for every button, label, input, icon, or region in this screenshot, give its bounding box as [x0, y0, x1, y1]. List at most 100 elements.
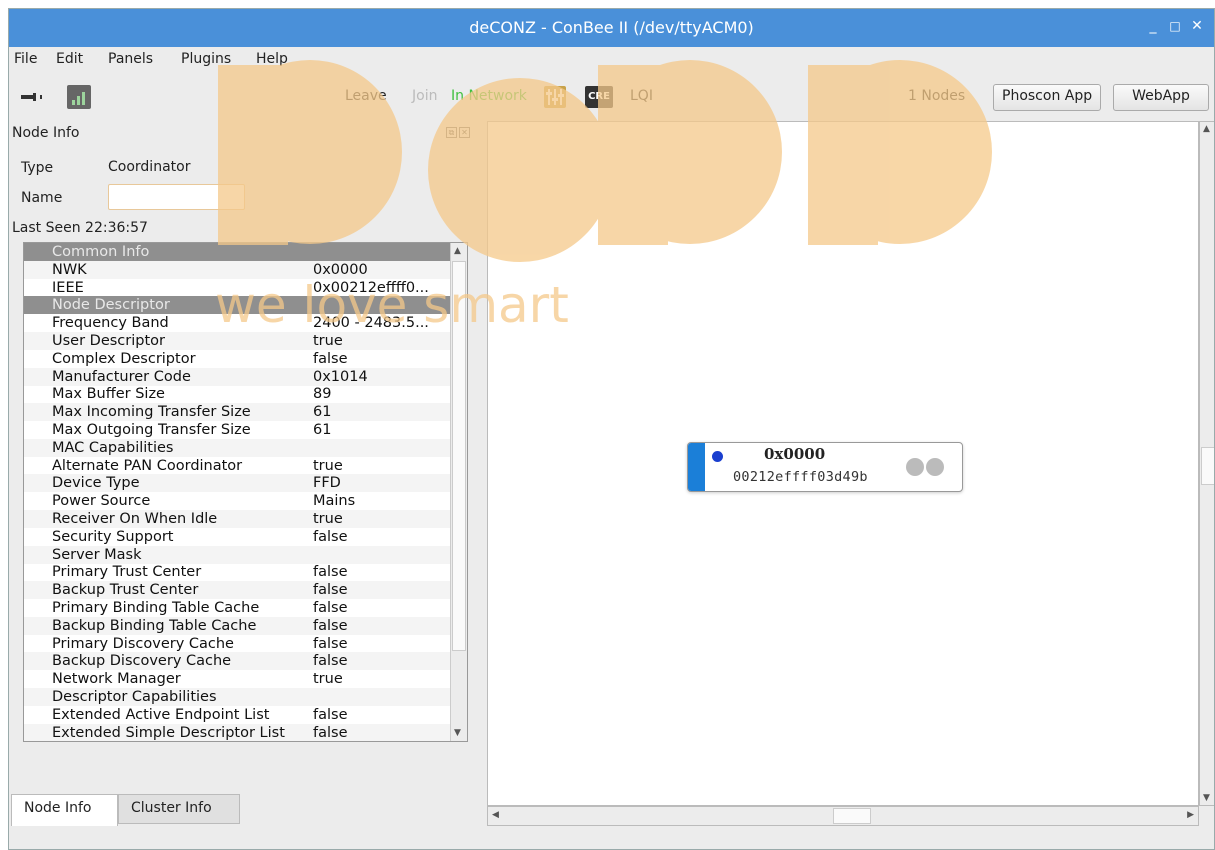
tree-row-key: Complex Descriptor	[52, 350, 196, 367]
join-button[interactable]: Join	[412, 88, 437, 104]
minimize-button[interactable]: _	[1144, 17, 1162, 35]
menu-plugins[interactable]: Plugins	[181, 51, 231, 67]
tree-row-value: true	[313, 511, 343, 527]
tree-row[interactable]: MAC Capabilities	[24, 438, 452, 457]
node-descriptor-tree[interactable]: Extended Simple Descriptor List false Exte…	[23, 242, 468, 742]
tree-row-value: false	[313, 564, 348, 581]
close-panel-icon[interactable]: ✕	[459, 127, 470, 138]
tree-row-value: true	[313, 671, 343, 688]
tree-row[interactable]: Max Outgoing Transfer Size 61	[24, 421, 452, 439]
tree-row-key: Max Buffer Size	[52, 386, 165, 403]
tree-row[interactable]: Max Incoming Transfer Size 61	[24, 403, 452, 422]
tree-row[interactable]: Device Type FFD	[24, 474, 452, 493]
tree-row[interactable]: Complex Descriptor false	[24, 350, 452, 368]
lqi-button[interactable]: LQI	[630, 88, 653, 104]
canvas-horizontal-scrollbar[interactable]: ◀ ▶	[487, 806, 1199, 826]
tree-row-value: 61	[313, 422, 332, 438]
scroll-down-icon[interactable]: ▼	[454, 728, 461, 738]
tree-section-header[interactable]: Node Descriptor	[24, 296, 452, 315]
canvas-hscroll-thumb[interactable]	[833, 808, 871, 824]
tree-row[interactable]: Primary Discovery Cache false	[24, 635, 452, 653]
tree-row-key: Primary Binding Table Cache	[52, 600, 260, 616]
tree-row-key: Backup Discovery Cache	[52, 653, 232, 670]
name-label: Name	[21, 190, 63, 206]
maximize-button[interactable]: □	[1166, 17, 1184, 35]
tree-row[interactable]: Backup Trust Center false	[24, 581, 452, 600]
node-stripe	[688, 443, 705, 491]
plug-icon[interactable]	[19, 91, 45, 103]
node-status-dot	[712, 451, 723, 462]
tree-row[interactable]: Server Mask	[24, 545, 452, 564]
tree-row-key: Primary Trust Center	[52, 564, 202, 581]
menu-file[interactable]: File	[14, 51, 37, 67]
close-button[interactable]: ✕	[1188, 17, 1206, 35]
tree-row[interactable]: IEEE 0x00212effff0...	[24, 279, 452, 297]
canvas-vscroll-thumb[interactable]	[1201, 447, 1214, 485]
phoscon-app-button[interactable]: Phoscon App	[993, 84, 1102, 111]
tree-row[interactable]: Primary Binding Table Cache false	[24, 599, 452, 617]
tree-row-value: false	[313, 600, 348, 616]
tree-row[interactable]: Power Source Mains	[24, 492, 452, 510]
leave-button[interactable]: Leave	[345, 88, 387, 104]
tree-row[interactable]: Primary Trust Center false	[24, 563, 452, 581]
node-port-icon[interactable]	[926, 458, 944, 476]
menu-panels[interactable]: Panels	[108, 51, 153, 67]
tree-row[interactable]: User Descriptor true	[24, 332, 452, 350]
tree-row[interactable]: Extended Simple Descriptor List false	[24, 723, 452, 741]
tree-row[interactable]: Descriptor Capabilities	[24, 688, 452, 706]
tree-row[interactable]: NWK 0x0000	[24, 260, 452, 279]
scroll-left-icon[interactable]: ◀	[492, 810, 499, 820]
canvas-vertical-scrollbar[interactable]: ▲ ▼	[1199, 121, 1214, 806]
tree-row[interactable]: Backup Discovery Cache false	[24, 652, 452, 671]
tab-node-info[interactable]: Node Info	[11, 794, 118, 826]
tree-row-value: false	[313, 582, 348, 599]
tree-row-key: Alternate PAN Coordinator	[52, 457, 243, 474]
tree-scrollbar[interactable]: ▲ ▼	[450, 243, 467, 741]
tree-row-value: Mains	[313, 493, 356, 510]
tree-row-value: true	[313, 457, 343, 474]
tree-row-key: User Descriptor	[52, 333, 165, 349]
tree-row[interactable]: Max Buffer Size 89	[24, 385, 452, 403]
tree-row-value: false	[313, 653, 348, 670]
tree-row-key: IEEE	[52, 279, 84, 296]
scroll-up-icon[interactable]: ▲	[454, 246, 461, 256]
tree-row-value: 2400 - 2483.5...	[313, 315, 429, 332]
tree-scroll-thumb[interactable]	[452, 261, 466, 651]
tree-row[interactable]: Backup Binding Table Cache false	[24, 616, 452, 635]
node-card[interactable]: 0x0000 00212effff03d49b	[687, 442, 963, 492]
tree-row-key: MAC Capabilities	[52, 439, 174, 456]
tree-row[interactable]: Frequency Band 2400 - 2483.5...	[24, 314, 452, 332]
tree-row-value: 89	[313, 386, 332, 403]
node-port-icon[interactable]	[906, 458, 924, 476]
tree-row-value: true	[313, 333, 343, 349]
tree-row[interactable]: Extended Active Endpoint List false	[24, 706, 452, 724]
tree-row[interactable]: Alternate PAN Coordinator true	[24, 457, 452, 475]
tree-row-value: false	[313, 706, 348, 723]
tree-row-key: Max Outgoing Transfer Size	[52, 422, 251, 438]
tree-row[interactable]: Network Manager true	[24, 670, 452, 688]
tree-row-key: Device Type	[52, 475, 140, 492]
type-label: Type	[21, 160, 54, 176]
webapp-button[interactable]: WebApp	[1113, 84, 1209, 111]
tree-row-value: false	[313, 350, 348, 367]
scroll-down-icon[interactable]: ▼	[1203, 793, 1210, 803]
menu-help[interactable]: Help	[256, 51, 288, 67]
tree-section-header[interactable]: Common Info	[24, 243, 452, 261]
name-field[interactable]	[108, 184, 245, 210]
signal-icon[interactable]	[67, 85, 91, 109]
tab-cluster-info[interactable]: Cluster Info	[118, 794, 240, 824]
tree-row-value: 0x00212effff0...	[313, 279, 429, 296]
menu-edit[interactable]: Edit	[56, 51, 83, 67]
float-panel-icon[interactable]: ⧉	[446, 127, 457, 138]
mixer-icon[interactable]	[544, 86, 566, 108]
title-bar: deCONZ - ConBee II (/dev/ttyACM0) _ □ ✕	[9, 9, 1214, 47]
node-graph-canvas[interactable]: 0x0000 00212effff03d49b	[487, 121, 1199, 806]
tree-row[interactable]: Manufacturer Code 0x1014	[24, 367, 452, 386]
tree-row-key: Descriptor Capabilities	[52, 689, 217, 705]
tree-row[interactable]: Security Support false	[24, 528, 452, 546]
node-info-panel: Node Info ⧉ ✕ Type Coordinator Name Last…	[9, 121, 481, 829]
scroll-up-icon[interactable]: ▲	[1203, 124, 1210, 134]
cre-icon[interactable]: CRE	[585, 86, 613, 108]
tree-row[interactable]: Receiver On When Idle true	[24, 510, 452, 528]
scroll-right-icon[interactable]: ▶	[1187, 810, 1194, 820]
